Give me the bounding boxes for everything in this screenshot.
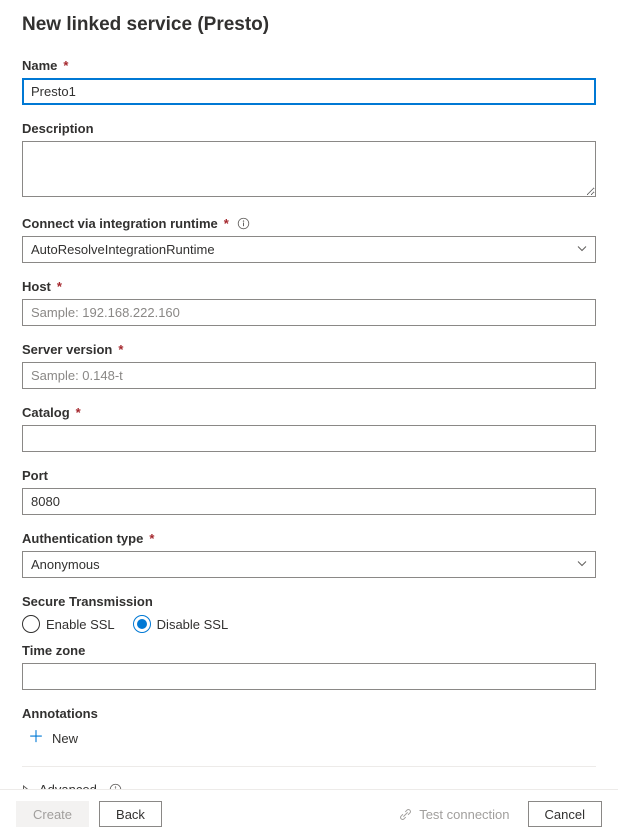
annotations-label: Annotations: [22, 706, 596, 721]
create-button: Create: [16, 801, 89, 827]
field-secure-transmission: Secure Transmission Enable SSL Disable S…: [22, 594, 596, 633]
connection-icon: [398, 807, 413, 822]
host-input[interactable]: [22, 299, 596, 326]
info-icon[interactable]: [237, 217, 250, 230]
timezone-label: Time zone: [22, 643, 596, 658]
required-marker: *: [57, 279, 62, 294]
radio-disable-ssl[interactable]: Disable SSL: [133, 615, 229, 633]
field-timezone: Time zone: [22, 643, 596, 690]
page-title: New linked service (Presto): [22, 14, 596, 36]
name-input[interactable]: [22, 78, 596, 105]
runtime-label: Connect via integration runtime*: [22, 216, 596, 231]
field-auth-type: Authentication type* Anonymous: [22, 531, 596, 578]
required-marker: *: [63, 58, 68, 73]
cancel-button[interactable]: Cancel: [528, 801, 602, 827]
timezone-input[interactable]: [22, 663, 596, 690]
auth-type-select[interactable]: Anonymous: [22, 551, 596, 578]
server-version-input[interactable]: [22, 362, 596, 389]
field-host: Host*: [22, 279, 596, 326]
divider: [22, 766, 596, 767]
description-label: Description: [22, 121, 596, 136]
new-annotation-button[interactable]: ＋ New: [22, 726, 84, 750]
field-runtime: Connect via integration runtime* AutoRes…: [22, 216, 596, 263]
field-name: Name*: [22, 58, 596, 105]
field-description: Description: [22, 121, 596, 200]
new-annotation-label: New: [52, 731, 78, 746]
auth-type-label: Authentication type*: [22, 531, 596, 546]
radio-icon: [22, 615, 40, 633]
field-server-version: Server version*: [22, 342, 596, 389]
field-port: Port: [22, 468, 596, 515]
name-label: Name*: [22, 58, 596, 73]
test-connection-button: Test connection: [390, 807, 517, 822]
radio-icon: [133, 615, 151, 633]
radio-label: Enable SSL: [46, 617, 115, 632]
required-marker: *: [76, 405, 81, 420]
catalog-input[interactable]: [22, 425, 596, 452]
port-input[interactable]: [22, 488, 596, 515]
host-label: Host*: [22, 279, 596, 294]
port-label: Port: [22, 468, 596, 483]
field-catalog: Catalog*: [22, 405, 596, 452]
required-marker: *: [118, 342, 123, 357]
server-version-label: Server version*: [22, 342, 596, 357]
test-connection-label: Test connection: [419, 807, 509, 822]
back-button[interactable]: Back: [99, 801, 162, 827]
footer: Create Back Test connection Cancel: [0, 789, 618, 838]
field-annotations: Annotations ＋ New: [22, 706, 596, 750]
runtime-select[interactable]: AutoResolveIntegrationRuntime: [22, 236, 596, 263]
required-marker: *: [224, 216, 229, 231]
required-marker: *: [149, 531, 154, 546]
plus-icon: ＋: [28, 730, 44, 746]
radio-label: Disable SSL: [157, 617, 229, 632]
catalog-label: Catalog*: [22, 405, 596, 420]
description-input[interactable]: [22, 141, 596, 197]
secure-transmission-label: Secure Transmission: [22, 594, 596, 609]
radio-enable-ssl[interactable]: Enable SSL: [22, 615, 115, 633]
